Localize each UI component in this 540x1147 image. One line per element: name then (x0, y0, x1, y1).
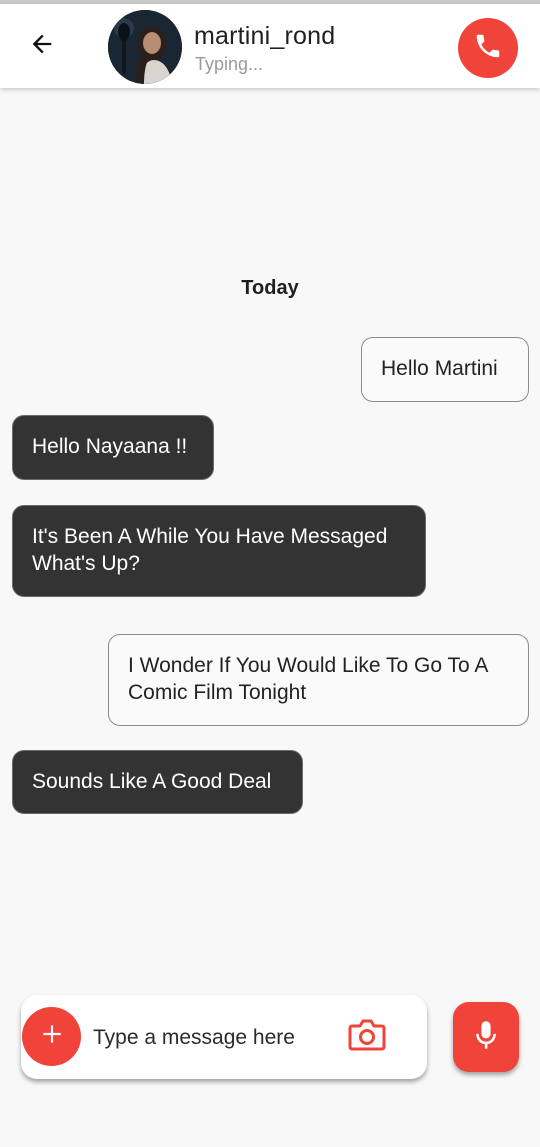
call-button[interactable] (458, 18, 518, 78)
message-composer (21, 995, 427, 1079)
camera-button[interactable] (347, 1017, 387, 1057)
message-text: I Wonder If You Would Like To Go To A Co… (128, 654, 488, 704)
chat-header: martini_rond Typing... (0, 4, 540, 88)
message-bubble-outgoing[interactable]: I Wonder If You Would Like To Go To A Co… (108, 634, 529, 726)
add-attachment-button[interactable] (22, 1007, 81, 1066)
arrow-left-icon (28, 30, 56, 63)
camera-icon (348, 1018, 386, 1057)
message-text: Hello Martini (381, 357, 498, 380)
message-text: Hello Nayaana !! (32, 435, 188, 458)
microphone-icon (472, 1019, 500, 1056)
message-bubble-incoming[interactable]: Sounds Like A Good Deal (12, 750, 303, 814)
message-bubble-incoming[interactable]: Hello Nayaana !! (12, 415, 214, 480)
message-bubble-outgoing[interactable]: Hello Martini (361, 337, 529, 402)
message-text: Sounds Like A Good Deal (32, 770, 272, 793)
plus-icon (39, 1021, 65, 1052)
contact-name: martini_rond (194, 22, 336, 50)
date-separator: Today (241, 277, 299, 299)
back-button[interactable] (22, 26, 62, 66)
phone-icon (473, 31, 503, 66)
avatar[interactable] (108, 10, 182, 84)
typing-status: Typing... (195, 54, 264, 74)
message-text: It's Been A While You Have Messaged What… (32, 525, 388, 575)
message-input[interactable] (91, 1017, 335, 1059)
voice-record-button[interactable] (453, 1002, 519, 1072)
message-bubble-incoming[interactable]: It's Been A While You Have Messaged What… (12, 505, 426, 597)
